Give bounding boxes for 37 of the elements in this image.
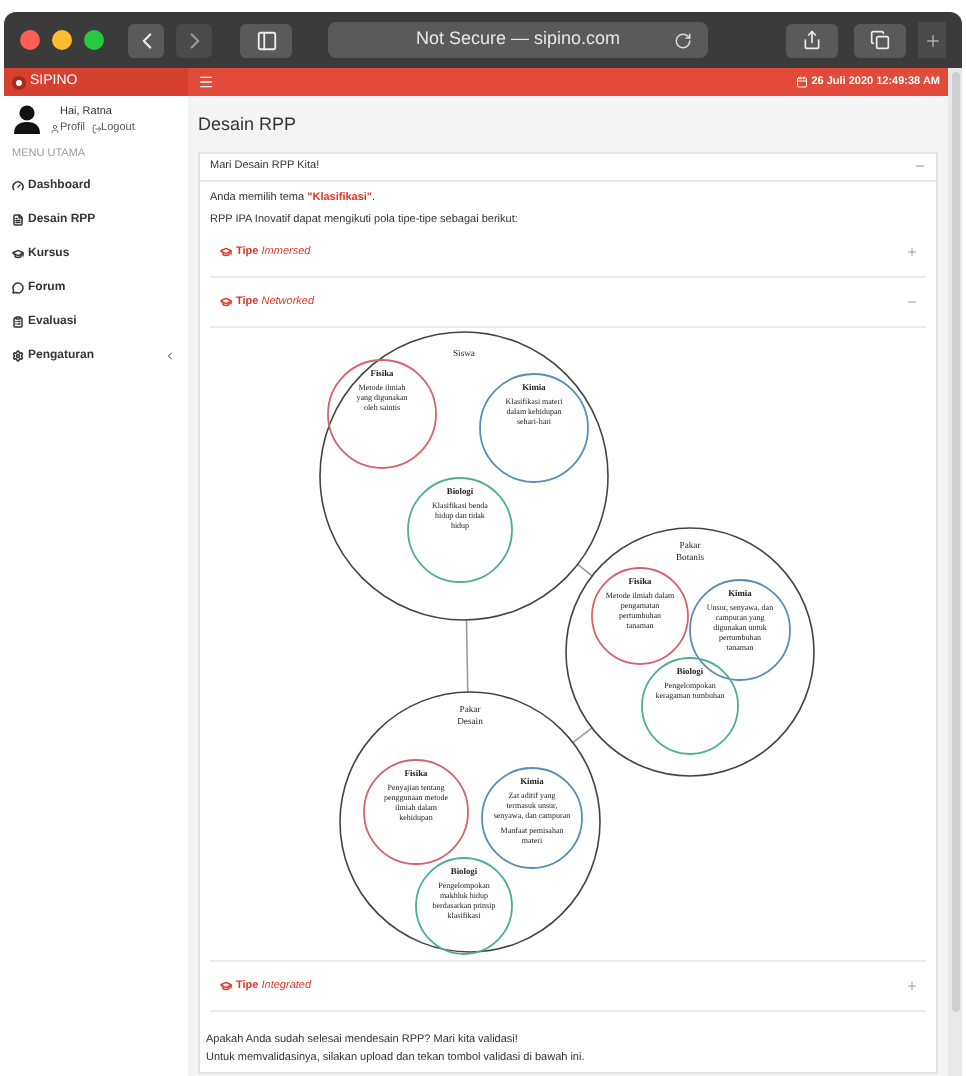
address-text: Not Secure — sipino.com	[415, 26, 621, 53]
plus-icon	[923, 31, 941, 49]
share-button[interactable]	[786, 23, 838, 57]
graduation-cap-icon	[12, 248, 24, 261]
calendar-icon	[795, 76, 808, 88]
new-tab-button[interactable]	[918, 22, 946, 58]
menu-icon[interactable]	[198, 74, 214, 90]
logo-icon	[12, 75, 26, 89]
connector-line	[465, 619, 469, 693]
chevron-icon	[164, 350, 176, 363]
back-button[interactable]	[128, 23, 164, 57]
gauge-icon	[12, 180, 24, 193]
tabs-button[interactable]	[854, 23, 906, 57]
chat-bubble-icon	[12, 282, 24, 295]
forward-button[interactable]	[176, 23, 212, 57]
expand-icon	[906, 980, 918, 992]
graduation-cap-icon	[220, 296, 232, 308]
address-bar[interactable]: Not Secure — sipino.com	[328, 22, 708, 58]
clipboard-icon	[12, 316, 24, 329]
scrollbar[interactable]	[948, 68, 962, 1076]
graduation-cap-icon	[220, 246, 232, 258]
sidebar-icon	[255, 29, 277, 51]
document-icon	[12, 214, 24, 227]
sidebar-toggle-button[interactable]	[240, 23, 292, 57]
settings-icon	[12, 350, 24, 363]
share-icon	[802, 30, 822, 50]
reload-icon[interactable]	[674, 31, 692, 49]
connector-line	[576, 563, 593, 577]
tabs-icon	[870, 30, 890, 50]
graduation-cap-icon	[220, 980, 232, 992]
collapse-icon	[906, 296, 918, 308]
logout-icon	[91, 123, 102, 134]
connector-line	[572, 727, 593, 744]
page-title: Desain RPP	[198, 112, 299, 138]
expand-icon	[906, 246, 918, 258]
user-icon	[50, 123, 60, 134]
avatar-icon	[12, 104, 42, 134]
